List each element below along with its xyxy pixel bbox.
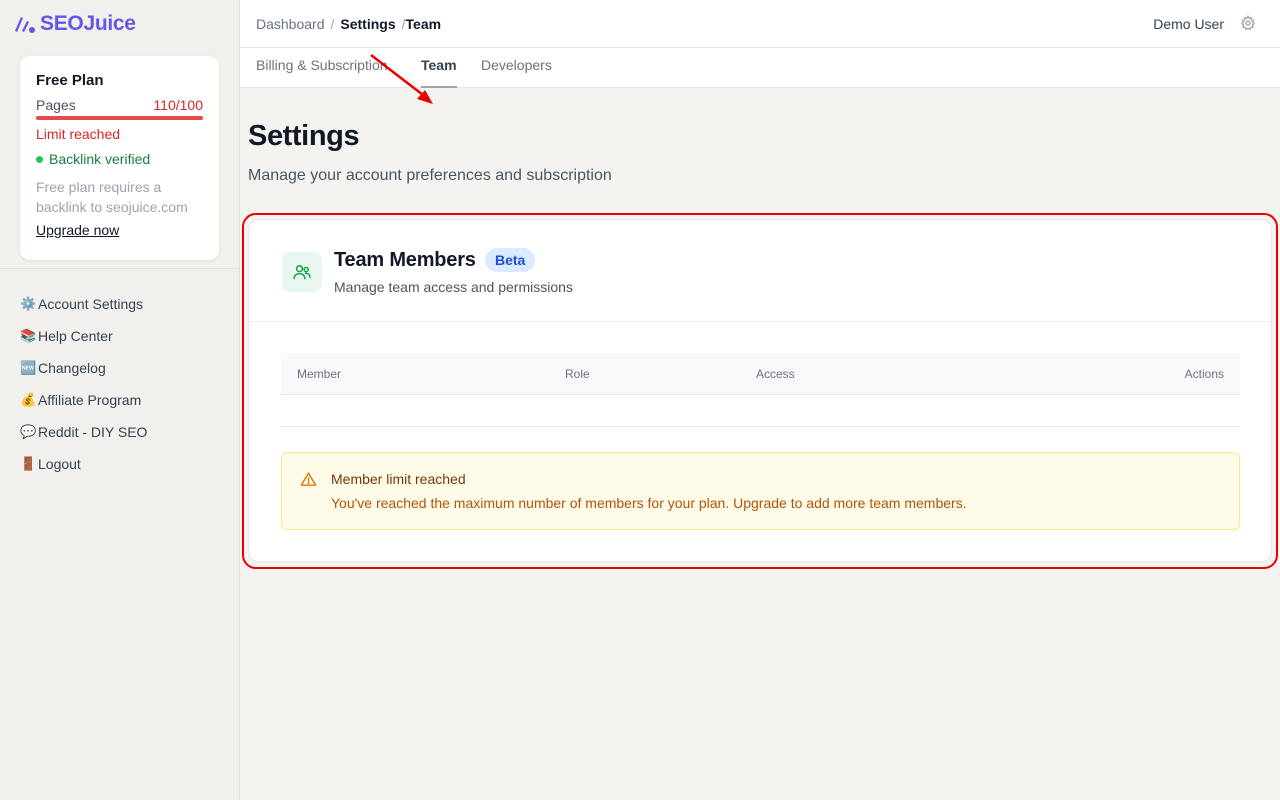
books-icon: 📚 [20, 328, 37, 343]
limit-reached-text: Limit reached [36, 126, 121, 142]
usage-progress-bar [36, 116, 203, 120]
gear-icon: ⚙️ [20, 296, 37, 311]
sidebar-item-help-center[interactable]: 📚 Help Center [20, 320, 147, 352]
alert-text: You've reached the maximum number of mem… [331, 495, 967, 511]
sidebar-item-reddit[interactable]: 💬 Reddit - DIY SEO [20, 416, 147, 448]
column-header-access: Access [756, 367, 795, 381]
table-header: Member Role Access Actions [281, 353, 1240, 395]
pages-label: Pages [36, 97, 76, 113]
breadcrumb: Dashboard / Settings / Team [256, 16, 441, 32]
page-title: Settings [248, 120, 360, 152]
top-bar: Dashboard / Settings / Team Demo User [240, 0, 1280, 48]
status-dot-icon [36, 155, 43, 163]
speech-bubble-icon: 💬 [20, 424, 37, 439]
card-header: Team Members Beta Manage team access and… [249, 220, 1271, 322]
door-icon: 🚪 [20, 456, 37, 471]
settings-tabs: Billing & Subscription Team Developers [240, 48, 1280, 88]
sidebar-item-label: Logout [38, 456, 81, 472]
column-header-actions: Actions [1184, 367, 1224, 381]
sidebar-divider [0, 268, 239, 269]
pages-count: 110/100 [153, 97, 203, 113]
plan-card: Free Plan Pages 110/100 Limit reached Ba… [20, 56, 219, 260]
new-icon: 🆕 [20, 360, 37, 375]
sidebar: SEOJuice Free Plan Pages 110/100 Limit r… [0, 0, 240, 800]
team-members-card: Team Members Beta Manage team access and… [248, 219, 1272, 562]
logo-text: SEOJuice [40, 12, 136, 35]
page-subtitle: Manage your account preferences and subs… [248, 167, 612, 184]
card-subtitle: Manage team access and permissions [334, 279, 573, 295]
user-menu[interactable]: Demo User [1153, 16, 1224, 32]
breadcrumb-dashboard[interactable]: Dashboard [256, 16, 325, 32]
sidebar-item-label: Changelog [38, 360, 106, 376]
sidebar-nav: ⚙️ Account Settings 📚 Help Center 🆕 Chan… [20, 288, 147, 480]
sidebar-item-logout[interactable]: 🚪 Logout [20, 448, 147, 480]
sidebar-item-label: Help Center [38, 328, 113, 344]
users-icon [282, 252, 322, 292]
warning-icon [300, 471, 317, 488]
beta-badge: Beta [485, 248, 536, 272]
sidebar-item-changelog[interactable]: 🆕 Changelog [20, 352, 147, 384]
tab-developers[interactable]: Developers [481, 57, 552, 88]
sidebar-item-account-settings[interactable]: ⚙️ Account Settings [20, 288, 147, 320]
plan-usage-row: Pages 110/100 [36, 97, 203, 113]
gear-icon[interactable] [1240, 15, 1256, 31]
breadcrumb-separator: / [330, 16, 335, 32]
tab-billing-subscription[interactable]: Billing & Subscription [256, 57, 388, 88]
logo-icon [12, 12, 38, 36]
members-table: Member Role Access Actions [281, 353, 1240, 427]
column-header-role: Role [565, 367, 590, 381]
plan-title: Free Plan [36, 72, 104, 89]
logo[interactable]: SEOJuice [12, 10, 136, 38]
sidebar-item-label: Account Settings [38, 296, 144, 312]
member-limit-alert: Member limit reached You've reached the … [281, 452, 1240, 530]
sidebar-item-label: Affiliate Program [38, 392, 142, 408]
backlink-status-label: Backlink verified [49, 151, 151, 167]
tab-team[interactable]: Team [421, 57, 457, 88]
table-body [281, 395, 1240, 427]
upgrade-now-link[interactable]: Upgrade now [36, 222, 119, 238]
alert-title: Member limit reached [331, 471, 466, 487]
plan-note: Free plan requires a backlink to seojuic… [36, 179, 188, 215]
breadcrumb-settings[interactable]: Settings [340, 16, 395, 32]
sidebar-item-label: Reddit - DIY SEO [38, 424, 148, 440]
card-title: Team Members [334, 249, 476, 271]
backlink-status: Backlink verified [36, 151, 203, 167]
usage-progress-fill [36, 116, 203, 120]
breadcrumb-team: Team [405, 16, 442, 32]
sidebar-item-affiliate-program[interactable]: 💰 Affiliate Program [20, 384, 147, 416]
column-header-member: Member [297, 367, 342, 381]
money-bag-icon: 💰 [20, 392, 37, 407]
